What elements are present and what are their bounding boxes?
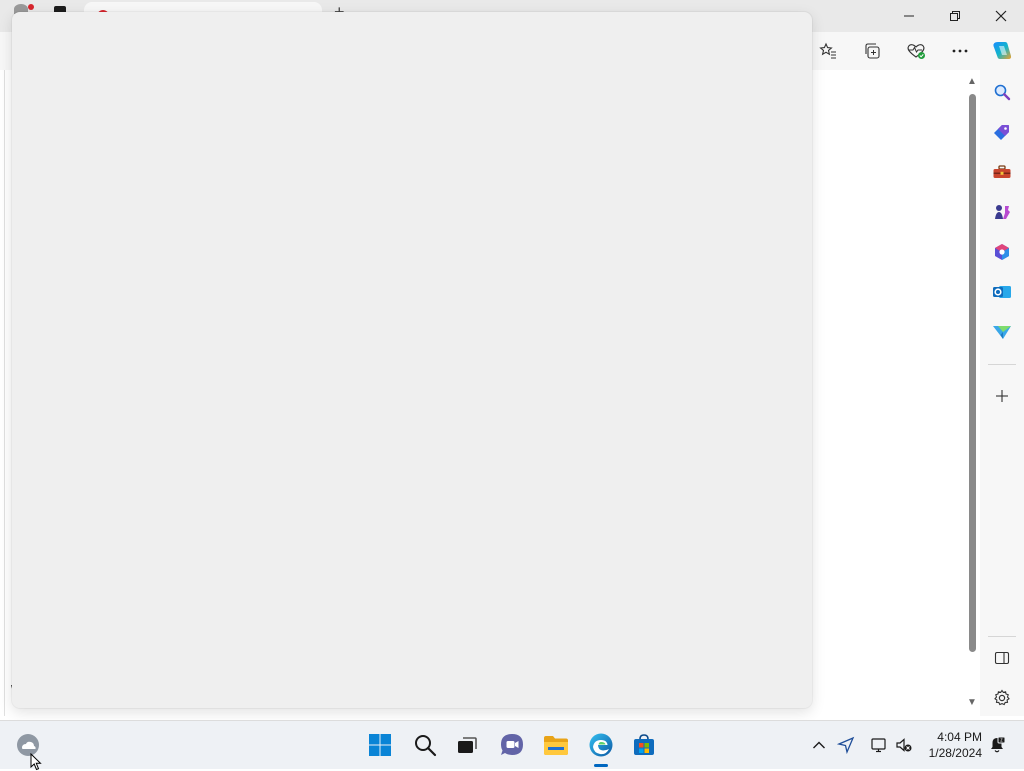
- chess-pieces-icon: [995, 205, 1010, 219]
- sidebar-office-button[interactable]: [988, 238, 1016, 266]
- outlook-icon: [993, 286, 1011, 298]
- hide-sidebar-button[interactable]: [988, 644, 1016, 672]
- taskbar-clock[interactable]: 4:04 PM 1/28/2024: [920, 729, 982, 761]
- plus-icon: [996, 390, 1008, 402]
- browser-essentials-button[interactable]: [902, 37, 930, 65]
- sidebar-panel-icon: [994, 651, 1010, 665]
- task-view-button[interactable]: [452, 730, 482, 760]
- toolbox-icon: [993, 165, 1011, 178]
- clock-date: 1/28/2024: [928, 746, 982, 760]
- copilot-icon: [993, 42, 1012, 59]
- task-view-icon: [458, 737, 477, 753]
- sidebar-games-button[interactable]: [988, 198, 1016, 226]
- notification-dot: [28, 4, 34, 10]
- gear-icon: [994, 689, 1010, 706]
- edge-taskbar-button[interactable]: [586, 730, 616, 760]
- restore-icon: [950, 11, 960, 21]
- volume-tray-button[interactable]: [893, 734, 915, 756]
- clock-time: 4:04 PM: [937, 730, 982, 744]
- active-app-indicator: [594, 764, 608, 767]
- more-dots-icon: [952, 49, 968, 53]
- sidebar-outlook-button[interactable]: [988, 278, 1016, 306]
- restore-button[interactable]: [932, 0, 978, 32]
- collections-button[interactable]: [858, 37, 886, 65]
- location-tray-button[interactable]: [835, 734, 857, 756]
- scroll-down-arrow-icon[interactable]: ▼: [967, 697, 977, 708]
- taskbar-search-button[interactable]: [410, 730, 440, 760]
- network-tray-button[interactable]: [868, 734, 890, 756]
- minimize-icon: [904, 15, 914, 17]
- sidebar-divider: [988, 364, 1016, 365]
- folder-icon: [544, 736, 568, 755]
- paper-plane-icon: [993, 326, 1011, 339]
- close-button[interactable]: [978, 0, 1024, 32]
- scrollbar-thumb[interactable]: [969, 94, 976, 652]
- search-icon: [415, 735, 437, 757]
- file-explorer-button[interactable]: [541, 730, 571, 760]
- minimize-button[interactable]: [886, 0, 932, 32]
- copilot-button[interactable]: [988, 37, 1016, 65]
- windows-logo-icon: [369, 734, 391, 756]
- vertical-scrollbar[interactable]: ▲ ▼: [964, 70, 980, 716]
- sidebar-add-button[interactable]: [988, 382, 1016, 410]
- blank-overlay-panel[interactable]: [12, 12, 812, 708]
- notifications-button[interactable]: z: [986, 734, 1008, 756]
- microsoft-store-button[interactable]: [629, 730, 659, 760]
- taskbar: 4:04 PM 1/28/2024 z: [0, 720, 1024, 771]
- sidebar-settings-button[interactable]: [988, 684, 1016, 712]
- heart-pulse-icon: [907, 44, 925, 59]
- sidebar-tools-button[interactable]: [988, 158, 1016, 186]
- sidebar-divider-bottom: [988, 636, 1016, 637]
- speaker-muted-icon: [896, 738, 912, 752]
- edge-sidebar: [980, 70, 1024, 716]
- store-bag-icon: [634, 734, 654, 755]
- search-icon: [994, 84, 1011, 101]
- favorites-button[interactable]: [814, 37, 842, 65]
- location-arrow-icon: [837, 736, 855, 754]
- shopping-tag-icon: [994, 125, 1009, 140]
- notification-bell-icon: z: [991, 736, 1006, 753]
- teams-chat-icon: [501, 734, 523, 755]
- scroll-up-arrow-icon[interactable]: ▲: [967, 76, 977, 87]
- chevron-up-icon: [813, 741, 825, 749]
- favorites-star-icon: [819, 42, 836, 59]
- edge-browser-icon: [589, 733, 613, 757]
- show-hidden-icons-button[interactable]: [808, 734, 830, 756]
- collections-icon: [865, 43, 880, 59]
- sidebar-drop-button[interactable]: [988, 318, 1016, 346]
- network-display-icon: [871, 738, 886, 753]
- start-button[interactable]: [365, 730, 395, 760]
- microsoft-365-icon: [995, 244, 1009, 260]
- sidebar-search-button[interactable]: [988, 78, 1016, 106]
- teams-chat-button[interactable]: [497, 730, 527, 760]
- close-icon: [995, 10, 1007, 22]
- sidebar-shopping-button[interactable]: [988, 118, 1016, 146]
- more-options-button[interactable]: [946, 37, 974, 65]
- mouse-cursor-icon: [30, 753, 42, 771]
